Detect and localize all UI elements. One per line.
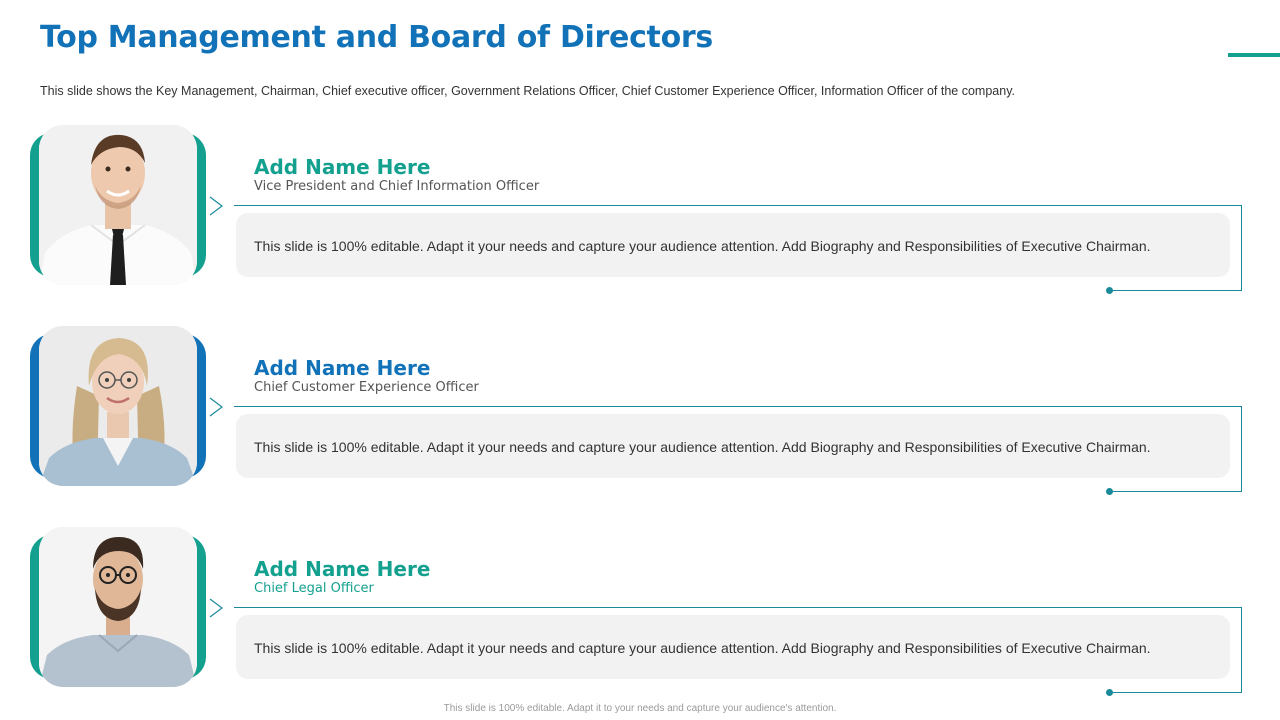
member-bio: This slide is 100% editable. Adapt it yo… (254, 439, 1151, 455)
member-photo (39, 527, 197, 687)
member-photo (39, 326, 197, 486)
member-name: Add Name Here (254, 155, 431, 179)
member-bio: This slide is 100% editable. Adapt it yo… (254, 640, 1151, 656)
member-card: Add Name Here Chief Customer Experience … (0, 326, 1280, 496)
member-role: Chief Customer Experience Officer (254, 380, 479, 395)
pointer-chevron-icon (209, 598, 223, 618)
member-card: Add Name Here Vice President and Chief I… (0, 125, 1280, 295)
pointer-chevron-icon (209, 196, 223, 216)
frame-dot (1106, 287, 1113, 294)
footer-note: This slide is 100% editable. Adapt it to… (443, 703, 837, 714)
frame-dot (1106, 689, 1113, 696)
title-accent-bar (1228, 53, 1280, 57)
member-bio: This slide is 100% editable. Adapt it yo… (254, 238, 1151, 254)
page-title: Top Management and Board of Directors (40, 20, 713, 55)
member-card: Add Name Here Chief Legal Officer This s… (0, 527, 1280, 697)
pointer-chevron-icon (209, 397, 223, 417)
member-role: Vice President and Chief Information Off… (254, 179, 540, 194)
frame-dot (1106, 488, 1113, 495)
page-subtitle: This slide shows the Key Management, Cha… (40, 84, 1015, 98)
member-role: Chief Legal Officer (254, 581, 374, 596)
member-photo (39, 125, 197, 285)
member-name: Add Name Here (254, 356, 431, 380)
member-name: Add Name Here (254, 557, 431, 581)
